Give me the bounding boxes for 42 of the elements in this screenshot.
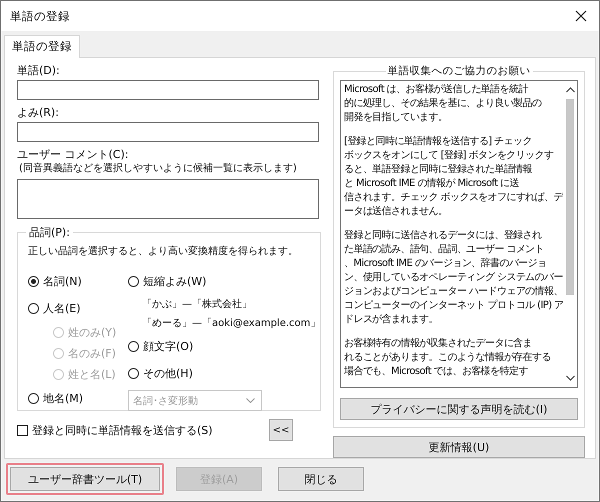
info-paragraph: お客様特有の情報が収集されたデータに含ま れることがあります。このような情報が存在する 場合でも、Microsoft では、お客様を特定す [344,337,552,379]
window-title: 単語の登録 [10,8,70,24]
dialog-button[interactable]: ユーザー辞書ツール(T) [10,467,160,491]
group-title: 単語収集へのご協力のお願い [386,64,532,78]
reading-input[interactable] [17,122,319,142]
field-label: よみ(R): [17,106,60,120]
word-input[interactable] [17,80,319,100]
radio-button[interactable] [128,368,139,379]
example-text: 「かぶ」—「株式会社」 [142,298,252,312]
radio-button[interactable] [128,341,139,352]
radio-label[interactable]: 短縮よみ(W) [143,274,206,289]
radio-button[interactable] [28,393,39,404]
radio-label[interactable]: 名詞(N) [43,274,82,289]
radio-button[interactable] [28,303,39,314]
radio-label[interactable]: 人名(E) [43,301,81,316]
field-label: ユーザー コメント(C): [17,148,130,162]
comment-input[interactable] [17,179,319,219]
scrollbar-thumb[interactable] [566,99,574,295]
group-title: 品詞(P): [28,225,71,240]
tab[interactable]: 単語の登録 [4,35,80,58]
scroll-up-icon[interactable] [566,87,574,93]
checkbox[interactable] [17,424,28,436]
scroll-down-icon[interactable] [566,375,574,381]
update-info-button[interactable]: 更新情報(U) [333,436,585,458]
close-icon[interactable] [575,10,587,22]
info-paragraph: Microsoft は、お客様が送信した単語を統計 的に処理し、その結果を基に、より良い製品の 開発を目指しています。 [344,83,542,125]
description-text: 正しい品詞を選択すると、より高い変換精度を得られます。 [28,244,299,258]
info-paragraph: [登録と同時に単語情報を送信する] チェック ボックスをオンにして [登録] ボタンをクリックす ると、単語登録と同時に登録された単語情報 と Microsoft IME の情報が Microsoft に送 信されます。チェック ボックスをオフにすれば、デ ータは送信されません。 [344,135,563,219]
radio-label[interactable]: 顔文字(O) [143,339,194,354]
field-hint: (同音異義語などを選択しやすいように候補一覧に表示します) [19,162,298,176]
radio-button[interactable] [28,276,39,287]
radio-label[interactable]: その他(H) [143,366,193,381]
dialog-button[interactable]: 閉じる [278,467,364,491]
checkbox-label[interactable]: 登録と同時に単語情報を送信する(S) [32,422,213,438]
example-text: 「めーる」—「aoki@example.com」 [142,316,320,331]
info-paragraph: 登録と同時に送信されるデータには、登録され た単語の読み、語句、品詞、ユーザー コメント 、Microsoft IME のバージョン、辞書のバージョ ン、使用しているオペレーティング システムのバー ジョンおよびコンピューター ハードウェアの情報、 コンピューターのインターネット プロトコル (IP) ア ドレスが含まれます。 [344,229,563,327]
collapse-button[interactable]: << [269,419,293,441]
field-label: 単語(D): [17,64,61,78]
chevron-down-icon [246,398,255,403]
radio-button[interactable] [128,276,139,287]
privacy-button[interactable]: プライバシーに関する声明を読む(I) [340,398,578,420]
radio-label[interactable]: 地名(M) [43,391,84,406]
